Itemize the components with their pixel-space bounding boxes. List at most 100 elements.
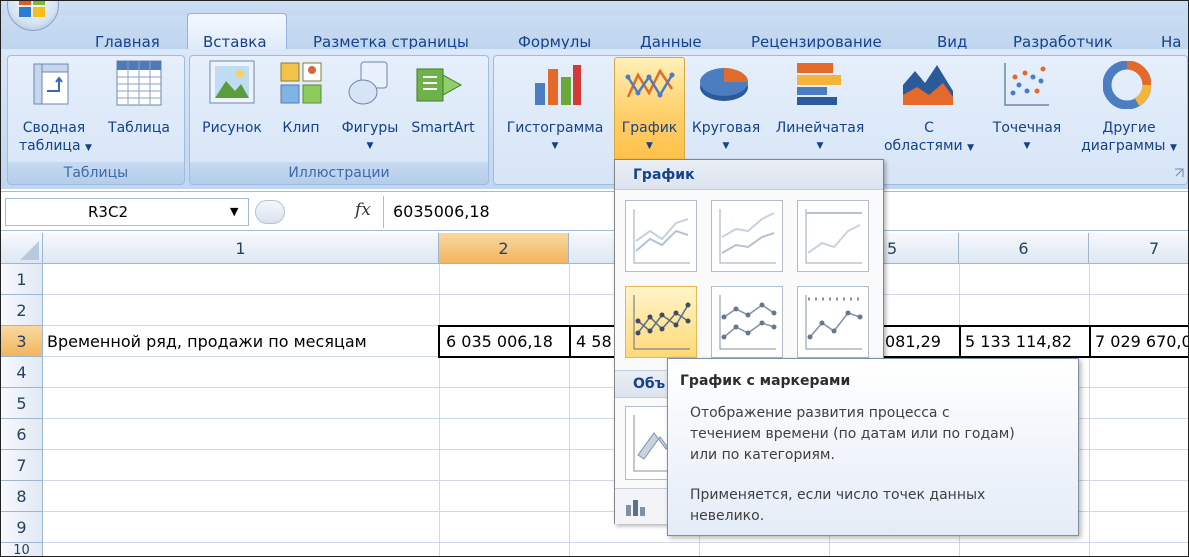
area-chart-label-2: областями ▼ bbox=[883, 138, 975, 154]
cell-r3c7[interactable]: 7 029 670,0 bbox=[1095, 332, 1188, 351]
other-charts-button[interactable]: Другие диаграммы ▼ bbox=[1073, 119, 1185, 157]
row-header-10[interactable]: 10 bbox=[1, 543, 43, 556]
dialog-launcher-icon[interactable] bbox=[1173, 167, 1185, 179]
line-chart-label: График bbox=[621, 120, 678, 136]
tables-group-title: Таблицы bbox=[8, 162, 184, 184]
row-header-7[interactable]: 7 bbox=[1, 450, 43, 481]
chevron-down-icon: ▼ bbox=[1169, 143, 1177, 153]
cell-border bbox=[1089, 326, 1091, 357]
picture-button[interactable]: Рисунок bbox=[197, 119, 267, 137]
row-header-8[interactable]: 8 bbox=[1, 481, 43, 512]
tooltip: График с маркерами Отображение развития … bbox=[667, 358, 1079, 536]
row-header-5[interactable]: 5 bbox=[1, 388, 43, 419]
cell-r3c6[interactable]: 5 133 114,82 bbox=[965, 332, 1087, 351]
row-header-3[interactable]: 3 bbox=[1, 326, 43, 357]
gridline bbox=[439, 264, 440, 556]
cell-r3c3[interactable]: 4 58 bbox=[576, 332, 616, 351]
chevron-down-icon: ▼ bbox=[366, 141, 374, 151]
area-chart-button[interactable]: С областями ▼ bbox=[877, 119, 981, 157]
smartart-button[interactable]: SmartArt bbox=[407, 119, 479, 137]
name-box-value: R3C2 bbox=[88, 203, 128, 221]
100-stacked-line-with-markers-option[interactable] bbox=[797, 286, 869, 358]
bar-chart-button[interactable]: Линейчатая ▼ bbox=[767, 119, 873, 155]
stacked-line-chart-option[interactable] bbox=[711, 200, 783, 272]
chevron-down-icon: ▼ bbox=[816, 141, 824, 151]
column-chart-label: Гистограмма bbox=[506, 120, 604, 136]
all-chart-types-icon bbox=[626, 500, 645, 516]
function-fx-icon[interactable]: fx bbox=[355, 200, 371, 220]
pivot-table-button[interactable]: Сводная таблица ▼ bbox=[19, 119, 92, 157]
select-all-corner[interactable] bbox=[1, 233, 43, 264]
chevron-down-icon: ▼ bbox=[1023, 141, 1031, 151]
chevron-down-icon: ▼ bbox=[967, 143, 975, 153]
tooltip-text-line-5: невелико. bbox=[690, 508, 765, 524]
row-header-6[interactable]: 6 bbox=[1, 419, 43, 450]
column-chart-button[interactable]: Гистограмма ▼ bbox=[501, 119, 609, 155]
row-header-4[interactable]: 4 bbox=[1, 357, 43, 388]
bar-chart-icon bbox=[797, 63, 841, 105]
scatter-chart-icon bbox=[1004, 63, 1049, 106]
area-chart-label-1: С bbox=[924, 120, 934, 136]
tooltip-text-line-2: течением времени (по датам или по годам) bbox=[690, 426, 1015, 442]
formula-bar-splitter[interactable] bbox=[255, 200, 285, 224]
cell-r3c1[interactable]: Временной ряд, продажи по месяцам bbox=[47, 332, 437, 351]
pie-chart-icon bbox=[700, 68, 748, 101]
cell-r3c5[interactable]: 081,29 bbox=[885, 332, 957, 351]
cell-border bbox=[959, 326, 961, 357]
formula-input[interactable]: 6035006,18 bbox=[393, 202, 490, 221]
column-header-2[interactable]: 2 bbox=[439, 233, 569, 264]
excel-window: Главная Вставка Разметка страницы Формул… bbox=[0, 0, 1189, 557]
100-stacked-line-chart-option[interactable] bbox=[797, 200, 869, 272]
ribbon-tab-bar: Главная Вставка Разметка страницы Формул… bbox=[1, 13, 1188, 51]
cell-r3c2[interactable]: 6 035 006,18 bbox=[446, 332, 568, 351]
chevron-down-icon: ▼ bbox=[551, 141, 559, 151]
table-icon bbox=[116, 60, 162, 106]
pie-chart-label: Круговая bbox=[691, 120, 761, 136]
chevron-down-icon: ▼ bbox=[722, 141, 730, 151]
column-header-6[interactable]: 6 bbox=[959, 233, 1089, 264]
tooltip-text-line-1: Отображение развития процесса с bbox=[690, 405, 950, 421]
area-chart-icon bbox=[903, 65, 953, 105]
column-header-7[interactable]: 7 bbox=[1089, 233, 1188, 264]
clip-art-icon bbox=[280, 62, 322, 104]
row-header-1[interactable]: 1 bbox=[1, 264, 43, 295]
other-charts-label-1: Другие bbox=[1102, 120, 1156, 136]
gridline bbox=[43, 542, 1188, 543]
tooltip-text-line-3: или по категориям. bbox=[690, 447, 835, 463]
shapes-icon bbox=[348, 61, 388, 105]
gridline bbox=[569, 264, 570, 556]
pivot-table-icon bbox=[33, 63, 69, 105]
cell-border bbox=[569, 326, 571, 357]
office-logo-icon bbox=[19, 1, 45, 17]
shapes-button[interactable]: Фигуры ▼ bbox=[335, 119, 405, 155]
other-charts-label-2: диаграммы ▼ bbox=[1081, 138, 1177, 154]
scatter-chart-button[interactable]: Точечная ▼ bbox=[985, 119, 1069, 155]
clip-art-button[interactable]: Клип bbox=[275, 119, 327, 137]
illustrations-group-title: Иллюстрации bbox=[190, 162, 488, 184]
gallery-header: График bbox=[615, 160, 883, 190]
picture-icon bbox=[209, 60, 255, 104]
formula-bar: R3C2 ▼ fx 6035006,18 bbox=[1, 191, 1188, 231]
smartart-icon bbox=[416, 68, 463, 102]
row-header-2[interactable]: 2 bbox=[1, 295, 43, 326]
gridline bbox=[1089, 264, 1090, 556]
pie-chart-button[interactable]: Круговая ▼ bbox=[687, 119, 765, 155]
column-header-1[interactable]: 1 bbox=[43, 233, 439, 264]
line-chart-label-wrap: График ▼ bbox=[614, 119, 685, 155]
title-bar bbox=[1, 1, 1188, 15]
line-chart-option[interactable] bbox=[625, 200, 697, 272]
chevron-down-icon[interactable]: ▼ bbox=[230, 205, 238, 218]
chevron-down-icon: ▼ bbox=[84, 143, 92, 153]
pivot-table-label-2: таблица ▼ bbox=[19, 138, 92, 154]
tooltip-title: График с маркерами bbox=[680, 373, 851, 389]
column-chart-icon bbox=[535, 65, 581, 105]
table-button[interactable]: Таблица bbox=[103, 119, 175, 137]
name-box[interactable]: R3C2 ▼ bbox=[5, 198, 249, 226]
pivot-table-label-1: Сводная bbox=[22, 120, 86, 136]
shapes-label: Фигуры bbox=[341, 120, 399, 136]
scatter-chart-label: Точечная bbox=[992, 120, 1062, 136]
gallery-section-3d-title: Объ bbox=[633, 376, 666, 392]
stacked-line-with-markers-option[interactable] bbox=[711, 286, 783, 358]
line-with-markers-option[interactable] bbox=[625, 286, 697, 358]
row-header-9[interactable]: 9 bbox=[1, 512, 43, 543]
